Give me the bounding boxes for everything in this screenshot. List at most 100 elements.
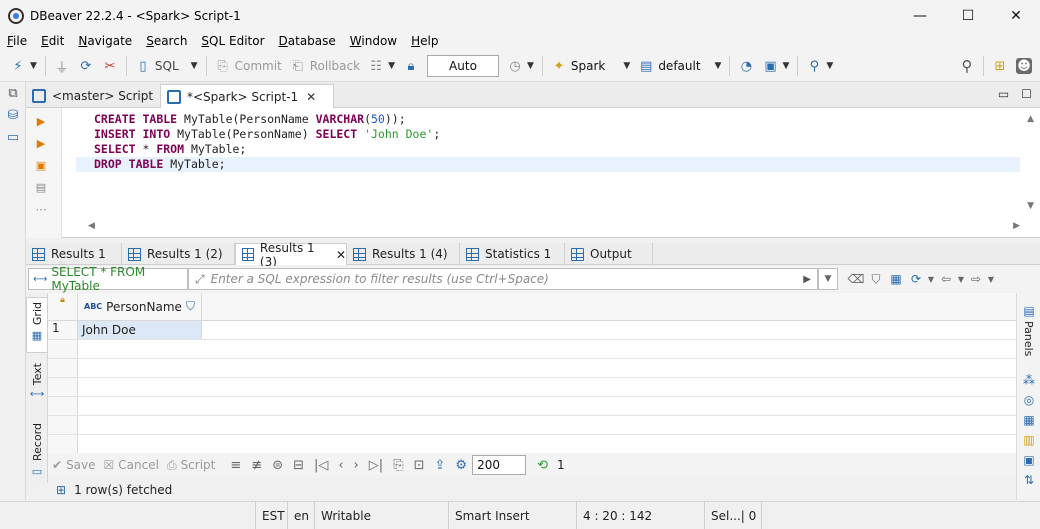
sql-editor-button[interactable]: ▯ SQL ▼ (131, 54, 202, 78)
next-icon[interactable]: › (349, 458, 364, 473)
global-search-button[interactable]: ⚲ (955, 54, 979, 78)
copy-row-icon[interactable]: ⊜ (267, 458, 288, 473)
chevron-down-icon[interactable]: ▼ (986, 269, 996, 289)
cancel-button[interactable]: ☒ Cancel (100, 458, 163, 472)
reconnect-button[interactable]: ⟳ (74, 54, 98, 78)
maximize-editor-icon[interactable]: ☐ (1021, 87, 1032, 101)
filter-settings-icon[interactable]: ⛉ (866, 269, 886, 289)
menu-window[interactable]: Window (343, 34, 404, 48)
menu-help[interactable]: Help (404, 34, 445, 48)
table-filter-icon[interactable]: ▦ (886, 269, 906, 289)
code-line[interactable]: SELECT * FROM MyTable; (76, 142, 1020, 157)
metadata-icon[interactable]: ▥ (1017, 430, 1040, 450)
add-row-icon[interactable]: ≢ (246, 458, 267, 473)
settings-gear-icon[interactable]: ⚙ (450, 458, 472, 473)
rollback-button[interactable]: ⎗ Rollback (286, 54, 364, 78)
chevron-down-icon[interactable]: ▼ (956, 269, 966, 289)
scroll-up-icon[interactable]: ▲ (1027, 114, 1034, 124)
filter-sort-icon[interactable]: ⛉ (186, 299, 195, 314)
find-button[interactable]: ⚲ ▼ (802, 54, 837, 78)
menu-navigate[interactable]: Navigate (71, 34, 139, 48)
layout-toggle-icon[interactable]: ⇅ (1017, 470, 1040, 490)
filter-history-dropdown[interactable]: ▼ (818, 268, 838, 290)
projects-icon[interactable]: ▭ (0, 126, 26, 148)
results-grid[interactable]: 🔒︎ ABC PersonName ⛉ 1 John Doe (48, 293, 1016, 454)
minimize-editor-icon[interactable]: ▭ (998, 87, 1009, 101)
transaction-mode-button[interactable]: ☷ ▼ (364, 54, 399, 78)
restore-icon[interactable]: ⧉ (0, 82, 26, 104)
dbeaver-perspective-button[interactable]: ☻ (1012, 54, 1036, 78)
tab-record-view[interactable]: Record ▭ (26, 423, 48, 479)
active-schema-selector[interactable]: ▤ default ▼ (634, 54, 725, 78)
scroll-left-icon[interactable]: ◀ (88, 221, 95, 233)
menu-file[interactable]: File (0, 34, 34, 48)
previous-icon[interactable]: ‹ (333, 458, 348, 473)
history-button[interactable]: ◷ ▼ (503, 54, 538, 78)
disconnect-button[interactable]: ✂ (98, 54, 122, 78)
tab-text-view[interactable]: Text ⟷ (26, 363, 48, 411)
execute-script-new-tabs-icon[interactable]: ▤ (30, 178, 52, 196)
active-query-label[interactable]: ⟷ SELECT * FROM MyTable (28, 265, 188, 293)
new-connection-button[interactable]: ⚡ ▼ (6, 54, 41, 78)
delete-row-icon[interactable]: ⊟ (288, 458, 309, 473)
close-tab-icon[interactable]: ✕ (336, 248, 346, 262)
export-icon[interactable]: ⇪ (430, 458, 451, 473)
dashboard-button[interactable]: ◔ (734, 54, 758, 78)
tools-button[interactable]: ▣ ▼ (758, 54, 793, 78)
fetch-size-input[interactable]: 200 (472, 455, 527, 475)
fetch-all-icon[interactable]: ⊡ (409, 458, 430, 473)
menu-sql-editor[interactable]: SQL Editor (194, 34, 271, 48)
menu-search[interactable]: Search (139, 34, 194, 48)
last-page-icon[interactable]: ▷| (364, 458, 388, 473)
panels-tab[interactable]: Panels (1022, 321, 1035, 356)
execute-statement-new-tab-icon[interactable]: ▶ (30, 134, 52, 152)
back-icon[interactable]: ⇦ (936, 269, 956, 289)
horizontal-scrollbar[interactable]: ◀ ▶ (88, 221, 1020, 233)
apply-filter-icon[interactable]: ▶ (803, 274, 811, 285)
lock-button[interactable]: 🔒︎ (399, 54, 423, 78)
transaction-mode-field[interactable]: Auto (426, 55, 499, 77)
code-line[interactable]: CREATE TABLE MyTable(PersonName VARCHAR(… (76, 112, 1020, 127)
eraser-icon[interactable]: ⌫ (846, 269, 866, 289)
edit-cell-icon[interactable]: ≡ (225, 458, 246, 473)
scroll-right-icon[interactable]: ▶ (1013, 221, 1020, 233)
maximize-button[interactable]: ☐ (944, 0, 992, 31)
chevron-down-icon[interactable]: ▼ (926, 269, 936, 289)
tab-spark-script-1[interactable]: *<Spark> Script-1 ✕ (160, 84, 334, 108)
menu-edit[interactable]: Edit (34, 34, 71, 48)
perspective-button[interactable]: ⊞ (988, 54, 1012, 78)
panels-icon[interactable]: ▤ (1017, 301, 1040, 321)
menu-database[interactable]: Database (272, 34, 343, 48)
tab-output[interactable]: Output (565, 243, 653, 265)
group-icon[interactable]: ⁂ (1017, 370, 1040, 390)
connect-button[interactable]: ⏚ (50, 54, 74, 78)
scroll-down-icon[interactable]: ▼ (1027, 201, 1034, 211)
close-tab-icon[interactable]: ✕ (306, 90, 316, 104)
sql-editor[interactable]: ▶ ▶ ▣ ▤ ⋯ CREATE TABLE MyTable(PersonNam… (26, 108, 1040, 238)
tab-results-1-2[interactable]: Results 1 (2) (122, 243, 235, 265)
first-page-icon[interactable]: |◁ (309, 458, 333, 473)
script-button[interactable]: ⎙ Script (163, 458, 219, 473)
grid-layout-icon[interactable]: ▦ (1017, 410, 1040, 430)
calculator-icon[interactable]: ◎ (1017, 390, 1040, 410)
value-view-icon[interactable]: ▣ (1017, 450, 1040, 470)
tab-statistics-1[interactable]: Statistics 1 (460, 243, 565, 265)
more-icon[interactable]: ⋯ (30, 200, 52, 218)
active-connection-selector[interactable]: ✦ Spark ▼ (547, 54, 634, 78)
forward-icon[interactable]: ⇨ (966, 269, 986, 289)
tab-results-1[interactable]: Results 1 (26, 243, 122, 265)
tab-results-1-3[interactable]: Results 1 (3) ✕ (235, 241, 347, 269)
database-navigator-icon[interactable]: ⛁ (0, 104, 26, 126)
minimize-button[interactable]: — (896, 0, 944, 31)
save-button[interactable]: ✔ Save (48, 458, 100, 472)
commit-button[interactable]: ⎘ Commit (211, 54, 286, 78)
tab-results-1-4[interactable]: Results 1 (4) (347, 243, 460, 265)
refresh-settings-icon[interactable]: ⟳ (906, 269, 926, 289)
tab-grid-view[interactable]: Grid ▦ (26, 297, 48, 353)
refresh-icon[interactable]: ⟲ (532, 458, 553, 473)
table-cell[interactable]: John Doe (78, 321, 202, 339)
table-row[interactable]: 1 John Doe (48, 321, 1016, 340)
sql-code[interactable]: CREATE TABLE MyTable(PersonName VARCHAR(… (76, 112, 1020, 172)
code-line[interactable]: DROP TABLE MyTable; (76, 157, 1020, 172)
column-header-personname[interactable]: ABC PersonName ⛉ (78, 293, 202, 320)
